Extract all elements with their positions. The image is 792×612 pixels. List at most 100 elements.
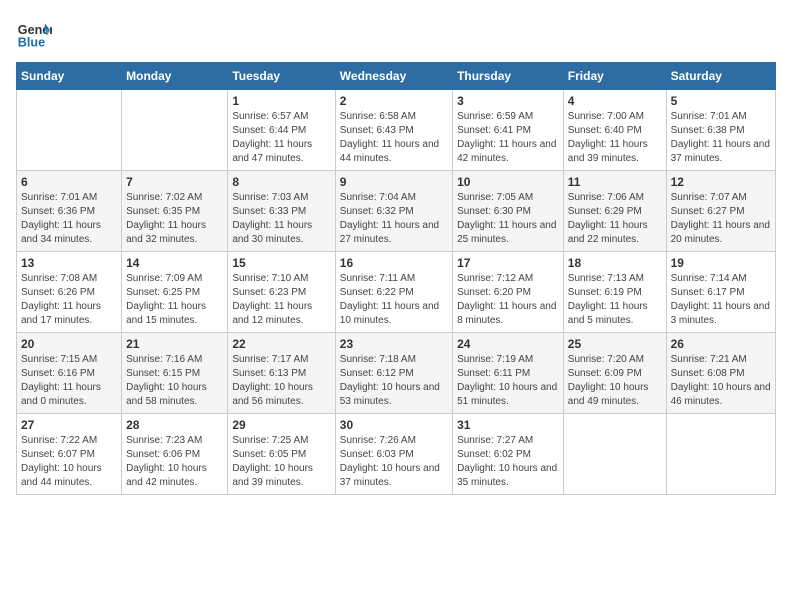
day-number: 23 (340, 337, 448, 351)
day-number: 18 (568, 256, 662, 270)
svg-text:Blue: Blue (18, 36, 45, 50)
day-info: Sunrise: 7:22 AMSunset: 6:07 PMDaylight:… (21, 434, 117, 490)
day-cell: 3 Sunrise: 6:59 AMSunset: 6:41 PMDaylight… (453, 90, 564, 171)
day-info: Sunrise: 7:27 AMSunset: 6:02 PMDaylight:… (457, 434, 559, 490)
day-info: Sunrise: 7:20 AMSunset: 6:09 PMDaylight:… (568, 353, 662, 409)
day-info: Sunrise: 7:25 AMSunset: 6:05 PMDaylight:… (232, 434, 330, 490)
day-cell (666, 414, 775, 495)
day-cell: 20 Sunrise: 7:15 AMSunset: 6:16 PMDayligh… (17, 333, 122, 414)
logo-icon: General Blue (16, 16, 52, 52)
day-number: 1 (232, 94, 330, 108)
day-cell: 28 Sunrise: 7:23 AMSunset: 6:06 PMDayligh… (122, 414, 228, 495)
day-number: 19 (671, 256, 771, 270)
day-info: Sunrise: 6:59 AMSunset: 6:41 PMDaylight:… (457, 110, 559, 166)
day-cell (563, 414, 666, 495)
day-cell: 15 Sunrise: 7:10 AMSunset: 6:23 PMDayligh… (228, 252, 335, 333)
day-info: Sunrise: 7:23 AMSunset: 6:06 PMDaylight:… (126, 434, 223, 490)
day-cell: 18 Sunrise: 7:13 AMSunset: 6:19 PMDayligh… (563, 252, 666, 333)
day-cell: 8 Sunrise: 7:03 AMSunset: 6:33 PMDaylight… (228, 171, 335, 252)
day-cell: 24 Sunrise: 7:19 AMSunset: 6:11 PMDayligh… (453, 333, 564, 414)
day-info: Sunrise: 7:08 AMSunset: 6:26 PMDaylight:… (21, 272, 117, 328)
header-cell-friday: Friday (563, 63, 666, 90)
day-info: Sunrise: 7:00 AMSunset: 6:40 PMDaylight:… (568, 110, 662, 166)
day-info: Sunrise: 7:26 AMSunset: 6:03 PMDaylight:… (340, 434, 448, 490)
day-number: 12 (671, 175, 771, 189)
day-info: Sunrise: 7:07 AMSunset: 6:27 PMDaylight:… (671, 191, 771, 247)
day-cell (122, 90, 228, 171)
header-cell-monday: Monday (122, 63, 228, 90)
day-cell: 30 Sunrise: 7:26 AMSunset: 6:03 PMDayligh… (335, 414, 452, 495)
day-number: 25 (568, 337, 662, 351)
day-info: Sunrise: 7:18 AMSunset: 6:12 PMDaylight:… (340, 353, 448, 409)
day-info: Sunrise: 7:02 AMSunset: 6:35 PMDaylight:… (126, 191, 223, 247)
day-cell: 19 Sunrise: 7:14 AMSunset: 6:17 PMDayligh… (666, 252, 775, 333)
day-info: Sunrise: 7:14 AMSunset: 6:17 PMDaylight:… (671, 272, 771, 328)
day-cell (17, 90, 122, 171)
week-row-1: 1 Sunrise: 6:57 AMSunset: 6:44 PMDaylight… (17, 90, 776, 171)
day-number: 11 (568, 175, 662, 189)
day-cell: 10Sunrise: 7:05 AMSunset: 6:30 PMDayligh… (453, 171, 564, 252)
calendar-table: SundayMondayTuesdayWednesdayThursdayFrid… (16, 62, 776, 495)
day-info: Sunrise: 7:09 AMSunset: 6:25 PMDaylight:… (126, 272, 223, 328)
day-number: 24 (457, 337, 559, 351)
day-number: 6 (21, 175, 117, 189)
week-row-2: 6 Sunrise: 7:01 AMSunset: 6:36 PMDaylight… (17, 171, 776, 252)
day-number: 14 (126, 256, 223, 270)
day-info: Sunrise: 7:11 AMSunset: 6:22 PMDaylight:… (340, 272, 448, 328)
page-header: General Blue (16, 16, 776, 52)
day-info: Sunrise: 7:17 AMSunset: 6:13 PMDaylight:… (232, 353, 330, 409)
day-info: Sunrise: 7:01 AMSunset: 6:36 PMDaylight:… (21, 191, 117, 247)
day-info: Sunrise: 7:12 AMSunset: 6:20 PMDaylight:… (457, 272, 559, 328)
day-number: 20 (21, 337, 117, 351)
day-cell: 13 Sunrise: 7:08 AMSunset: 6:26 PMDayligh… (17, 252, 122, 333)
header-cell-saturday: Saturday (666, 63, 775, 90)
day-number: 5 (671, 94, 771, 108)
day-info: Sunrise: 7:15 AMSunset: 6:16 PMDaylight:… (21, 353, 117, 409)
day-cell: 25 Sunrise: 7:20 AMSunset: 6:09 PMDayligh… (563, 333, 666, 414)
day-info: Sunrise: 7:16 AMSunset: 6:15 PMDaylight:… (126, 353, 223, 409)
logo: General Blue (16, 16, 52, 52)
day-number: 3 (457, 94, 559, 108)
day-number: 29 (232, 418, 330, 432)
day-number: 2 (340, 94, 448, 108)
day-cell: 17 Sunrise: 7:12 AMSunset: 6:20 PMDayligh… (453, 252, 564, 333)
day-number: 28 (126, 418, 223, 432)
day-number: 13 (21, 256, 117, 270)
day-number: 30 (340, 418, 448, 432)
day-info: Sunrise: 7:01 AMSunset: 6:38 PMDaylight:… (671, 110, 771, 166)
day-number: 21 (126, 337, 223, 351)
day-info: Sunrise: 7:10 AMSunset: 6:23 PMDaylight:… (232, 272, 330, 328)
day-number: 31 (457, 418, 559, 432)
day-number: 27 (21, 418, 117, 432)
day-info: Sunrise: 7:03 AMSunset: 6:33 PMDaylight:… (232, 191, 330, 247)
day-info: Sunrise: 7:13 AMSunset: 6:19 PMDaylight:… (568, 272, 662, 328)
day-cell: 6 Sunrise: 7:01 AMSunset: 6:36 PMDaylight… (17, 171, 122, 252)
day-cell: 29 Sunrise: 7:25 AMSunset: 6:05 PMDayligh… (228, 414, 335, 495)
day-info: Sunrise: 6:57 AMSunset: 6:44 PMDaylight:… (232, 110, 330, 166)
day-number: 16 (340, 256, 448, 270)
header-row: SundayMondayTuesdayWednesdayThursdayFrid… (17, 63, 776, 90)
day-cell: 4 Sunrise: 7:00 AMSunset: 6:40 PMDaylight… (563, 90, 666, 171)
day-info: Sunrise: 7:04 AMSunset: 6:32 PMDaylight:… (340, 191, 448, 247)
day-cell: 5 Sunrise: 7:01 AMSunset: 6:38 PMDaylight… (666, 90, 775, 171)
header-cell-tuesday: Tuesday (228, 63, 335, 90)
day-cell: 26Sunrise: 7:21 AMSunset: 6:08 PMDayligh… (666, 333, 775, 414)
day-cell: 16 Sunrise: 7:11 AMSunset: 6:22 PMDayligh… (335, 252, 452, 333)
day-number: 22 (232, 337, 330, 351)
day-number: 15 (232, 256, 330, 270)
day-number: 17 (457, 256, 559, 270)
day-number: 8 (232, 175, 330, 189)
day-number: 4 (568, 94, 662, 108)
day-cell: 21 Sunrise: 7:16 AMSunset: 6:15 PMDayligh… (122, 333, 228, 414)
week-row-3: 13 Sunrise: 7:08 AMSunset: 6:26 PMDayligh… (17, 252, 776, 333)
day-info: Sunrise: 6:58 AMSunset: 6:43 PMDaylight:… (340, 110, 448, 166)
day-number: 9 (340, 175, 448, 189)
header-cell-thursday: Thursday (453, 63, 564, 90)
day-info: Sunrise: 7:05 AMSunset: 6:30 PMDaylight:… (457, 191, 559, 247)
day-info: Sunrise: 7:21 AMSunset: 6:08 PMDaylight:… (671, 353, 771, 409)
day-number: 7 (126, 175, 223, 189)
day-cell: 31 Sunrise: 7:27 AMSunset: 6:02 PMDayligh… (453, 414, 564, 495)
day-info: Sunrise: 7:19 AMSunset: 6:11 PMDaylight:… (457, 353, 559, 409)
week-row-5: 27 Sunrise: 7:22 AMSunset: 6:07 PMDayligh… (17, 414, 776, 495)
header-cell-sunday: Sunday (17, 63, 122, 90)
